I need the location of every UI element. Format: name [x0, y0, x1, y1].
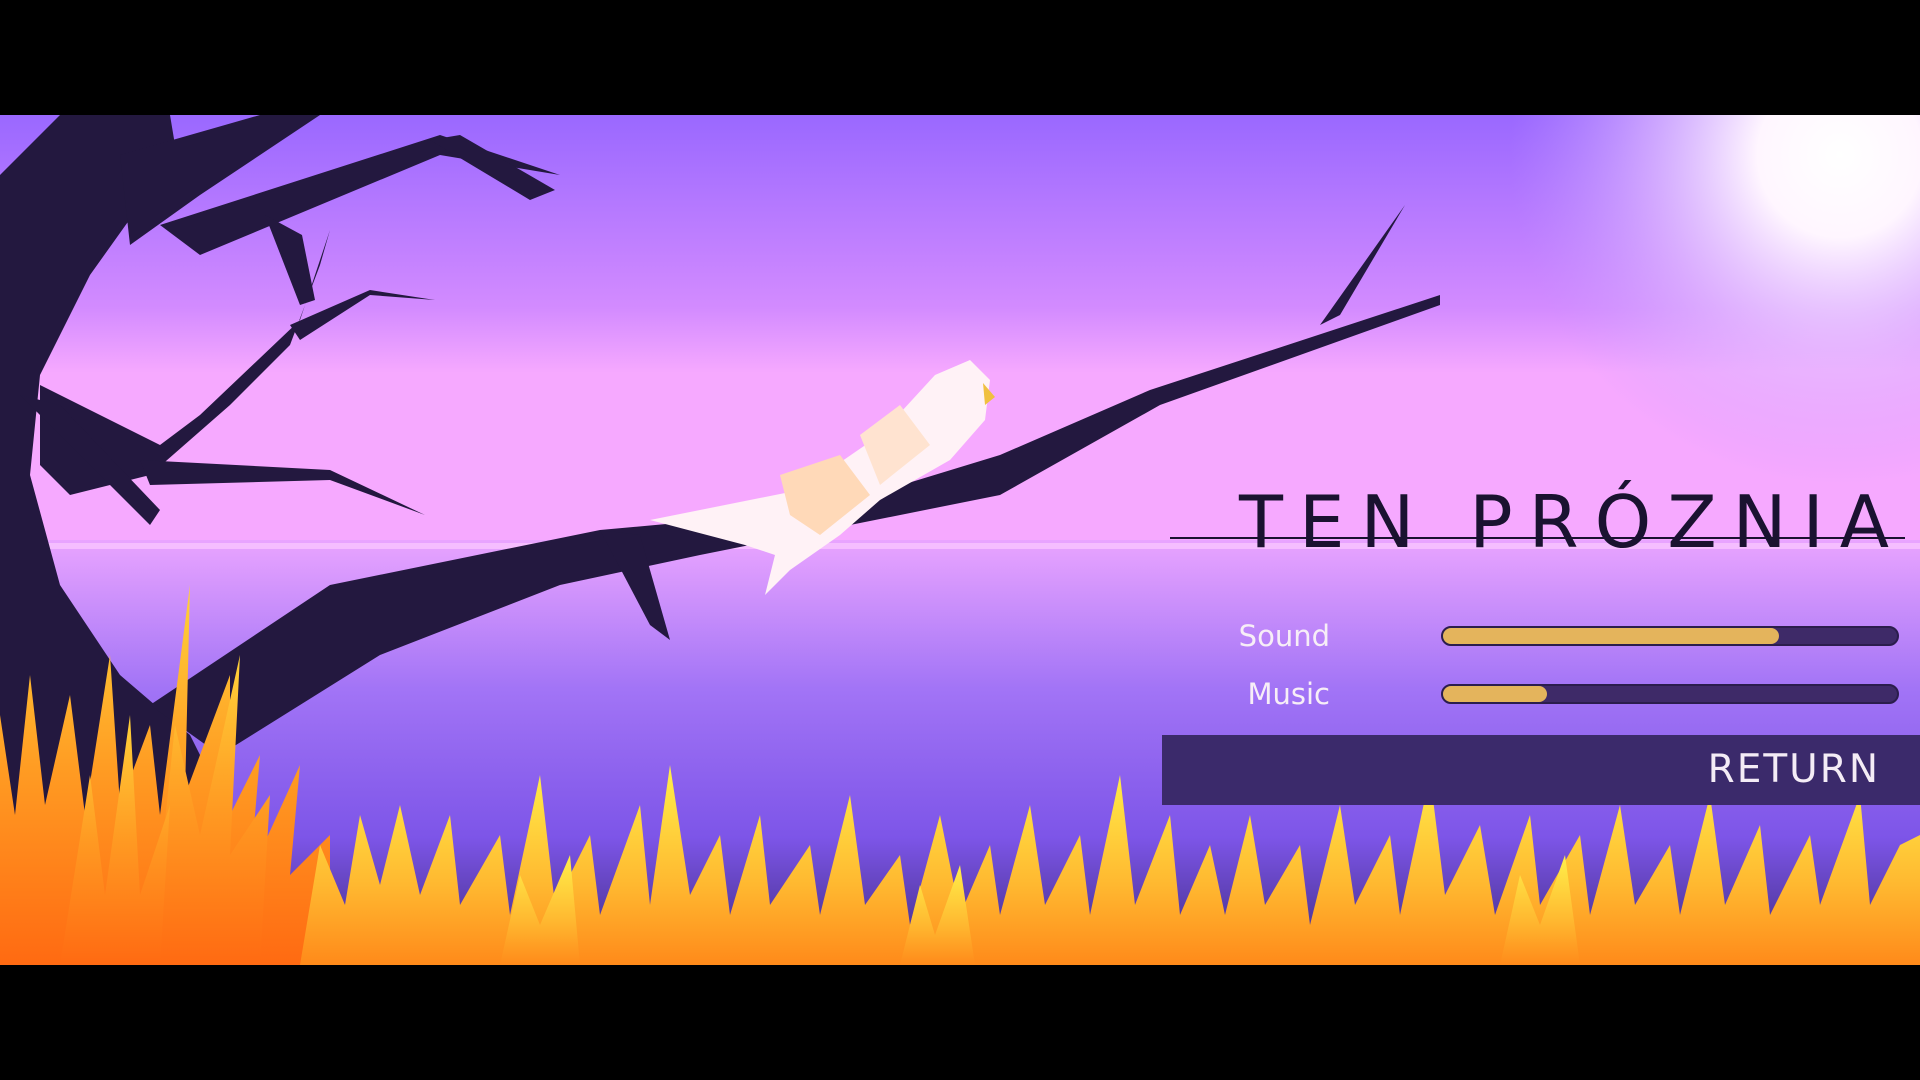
return-button-label: RETURN [1707, 747, 1880, 792]
sound-label: Sound [1238, 619, 1330, 653]
music-slider[interactable] [1441, 684, 1899, 704]
sound-slider-fill [1443, 628, 1779, 644]
title-strikethrough [1170, 537, 1905, 539]
music-slider-fill [1443, 686, 1548, 702]
game-title: TEN PRÓZNIA [1238, 480, 1905, 564]
game-title-block: TEN PRÓZNIA [1165, 480, 1905, 564]
sound-slider[interactable] [1441, 626, 1899, 646]
letterbox-bottom [0, 965, 1920, 1080]
letterbox-top [0, 0, 1920, 115]
music-label: Music [1247, 677, 1330, 711]
return-button[interactable]: RETURN [1162, 735, 1920, 805]
